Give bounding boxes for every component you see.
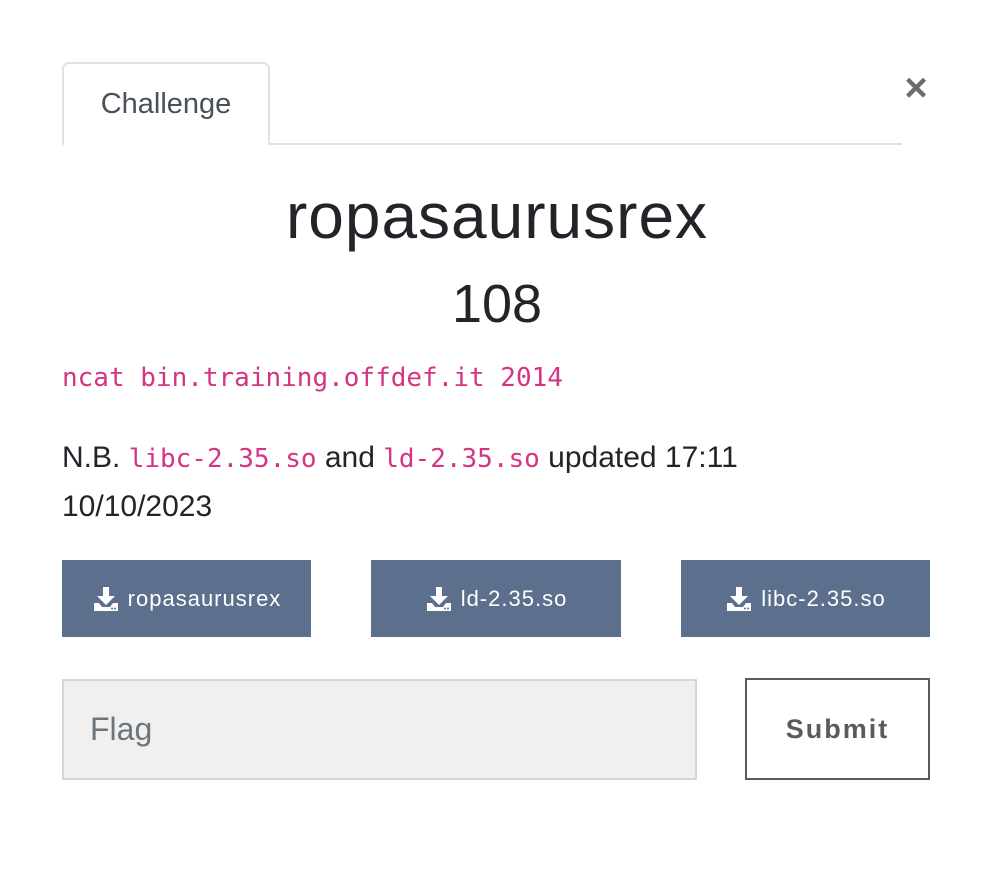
note-mid: and: [316, 441, 384, 474]
download-label: ropasaurusrex: [127, 585, 282, 611]
tab-bar: Challenge: [62, 62, 902, 146]
challenge-description: N.B. libc-2.35.so and ld-2.35.so updated…: [62, 434, 822, 531]
close-icon: ×: [904, 66, 928, 110]
download-label: libc-2.35.so: [761, 585, 886, 611]
download-icon: [426, 586, 451, 611]
tab-challenge-label: Challenge: [100, 87, 232, 120]
flag-input[interactable]: [62, 679, 697, 780]
download-label: ld-2.35.so: [460, 585, 568, 611]
tab-challenge[interactable]: Challenge: [62, 62, 270, 146]
download-button-libc[interactable]: libc-2.35.so: [681, 560, 930, 637]
note-file-libc: libc-2.35.so: [128, 444, 317, 474]
download-button-ld[interactable]: ld-2.35.so: [371, 560, 621, 637]
challenge-name: ropasaurusrex: [285, 180, 709, 252]
challenge-modal: Challenge × ropasaurusrex 108 ncat bin.t…: [0, 0, 994, 874]
note-prefix: N.B.: [62, 441, 129, 474]
submit-button[interactable]: Submit: [745, 678, 930, 780]
download-button-ropasaurusrex[interactable]: ropasaurusrex: [62, 560, 311, 637]
connection-command: ncat bin.training.offdef.it 2014: [62, 363, 563, 393]
challenge-points: 108: [451, 274, 543, 334]
download-icon: [93, 586, 118, 611]
note-file-ld: ld-2.35.so: [383, 444, 540, 474]
close-button[interactable]: ×: [896, 68, 936, 108]
download-icon: [727, 586, 752, 611]
